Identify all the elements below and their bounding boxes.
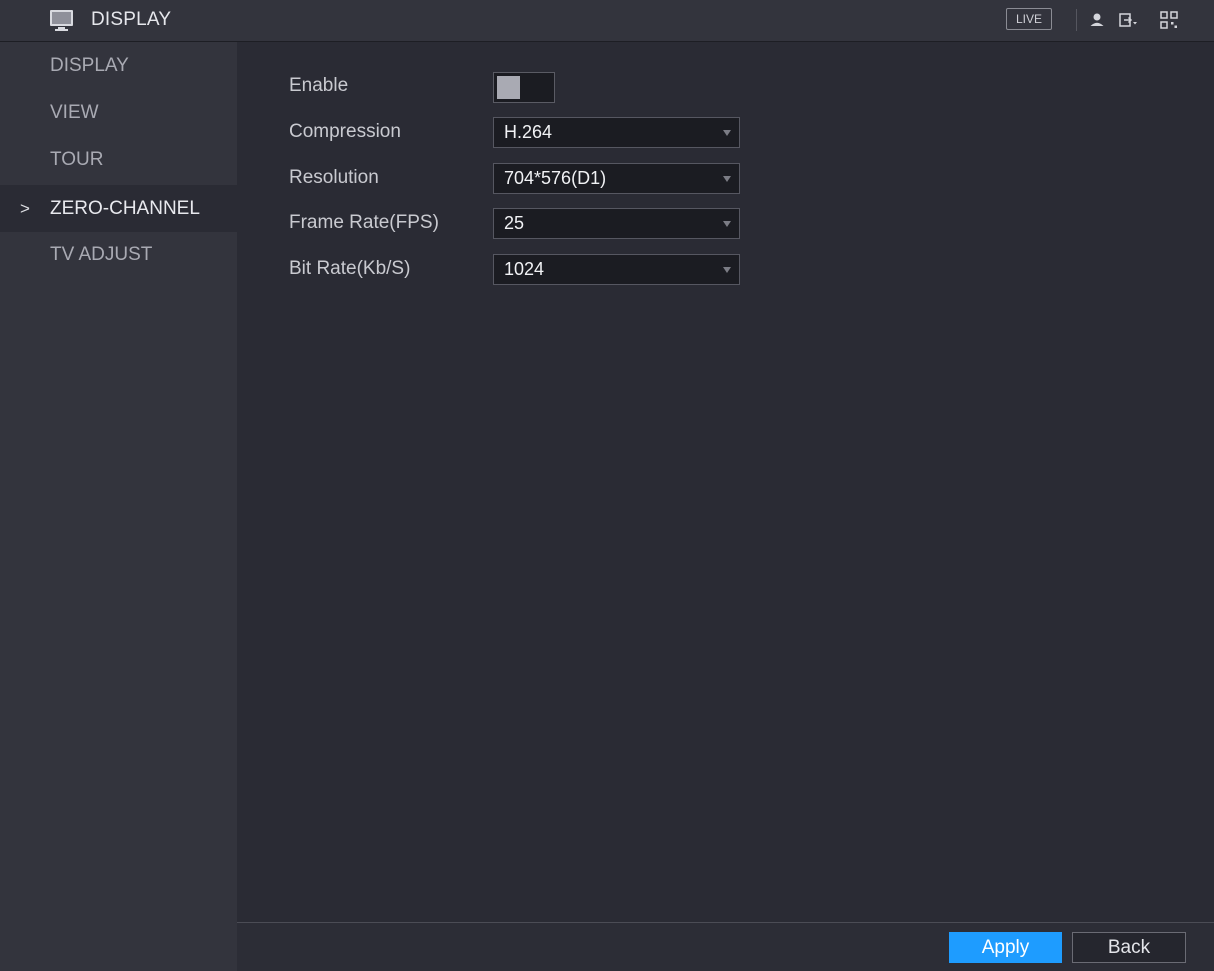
dropdown-arrow-icon [723, 267, 731, 273]
logout-icon[interactable] [1118, 10, 1138, 30]
compression-value: H.264 [504, 122, 553, 142]
resolution-label: Resolution [289, 167, 379, 188]
user-icon[interactable] [1087, 10, 1107, 30]
settings-panel: Enable Compression H.264 Resolution 704*… [237, 42, 1214, 922]
sidebar-item-label: TV ADJUST [50, 244, 153, 265]
sidebar-item-zero-channel[interactable]: > ZERO-CHANNEL [0, 185, 237, 232]
toggle-knob [497, 76, 520, 99]
monitor-icon [50, 10, 73, 31]
sidebar-item-label: ZERO-CHANNEL [50, 198, 200, 219]
sidebar-item-display[interactable]: DISPLAY [0, 42, 237, 89]
enable-label: Enable [289, 75, 349, 96]
sidebar: DISPLAY VIEW TOUR > ZERO-CHANNEL TV ADJU… [0, 42, 237, 971]
frame-rate-value: 25 [504, 213, 525, 233]
chevron-right-icon: > [20, 199, 30, 218]
sidebar-item-label: TOUR [50, 149, 104, 170]
bit-rate-label: Bit Rate(Kb/S) [289, 258, 411, 279]
live-button[interactable]: LIVE [1006, 8, 1052, 30]
dropdown-arrow-icon [723, 176, 731, 182]
page-title: DISPLAY [91, 9, 172, 30]
sidebar-item-label: VIEW [50, 102, 99, 123]
footer-bar: Apply Back [237, 922, 1214, 971]
top-bar: DISPLAY LIVE [0, 0, 1214, 42]
toolbar-divider [1076, 9, 1077, 31]
compression-label: Compression [289, 121, 401, 142]
bit-rate-select[interactable]: 1024 [493, 254, 740, 285]
frame-rate-label: Frame Rate(FPS) [289, 212, 439, 233]
sidebar-item-label: DISPLAY [50, 55, 129, 76]
bit-rate-value: 1024 [504, 259, 545, 279]
resolution-select[interactable]: 704*576(D1) [493, 163, 740, 194]
resolution-value: 704*576(D1) [504, 168, 607, 188]
dropdown-arrow-icon [723, 130, 731, 136]
compression-select[interactable]: H.264 [493, 117, 740, 148]
frame-rate-select[interactable]: 25 [493, 208, 740, 239]
dropdown-arrow-icon [723, 221, 731, 227]
enable-toggle[interactable] [493, 72, 555, 103]
sidebar-item-tv-adjust[interactable]: TV ADJUST [0, 231, 237, 278]
qr-code-icon[interactable] [1159, 10, 1179, 30]
apply-button[interactable]: Apply [949, 932, 1062, 963]
back-button[interactable]: Back [1072, 932, 1186, 963]
sidebar-item-tour[interactable]: TOUR [0, 136, 237, 183]
sidebar-item-view[interactable]: VIEW [0, 89, 237, 136]
